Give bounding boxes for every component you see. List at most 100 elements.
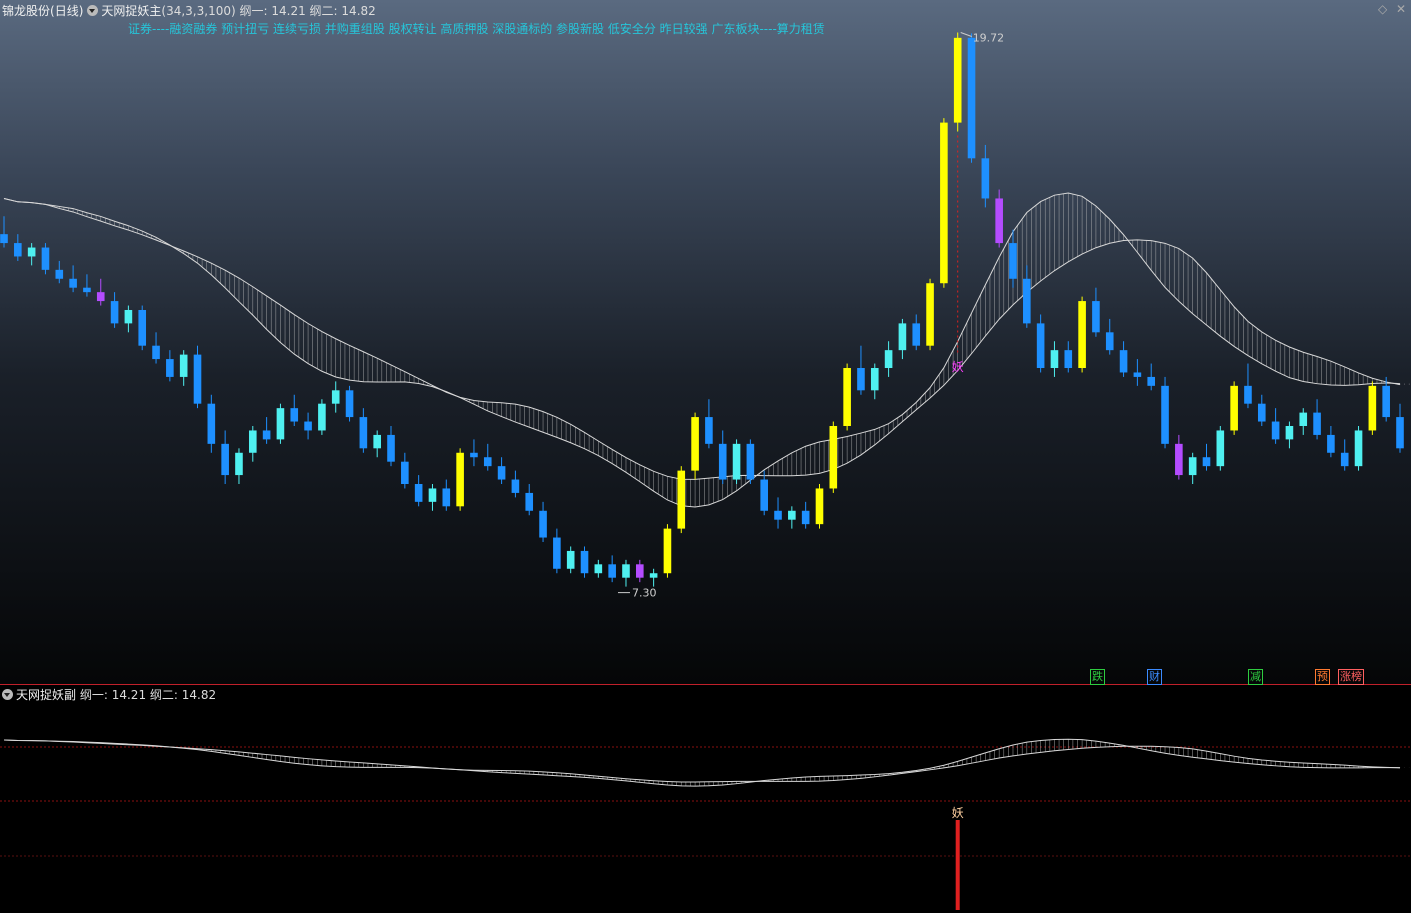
candle-body [373, 434, 381, 449]
candle-body [331, 390, 340, 404]
indicator-menu-icon[interactable] [87, 5, 99, 16]
candle-body [553, 537, 561, 569]
high-marker-label: 19.72 [973, 31, 1005, 44]
candle-body [96, 292, 105, 302]
line1-value: 14.21 [271, 4, 306, 18]
candle-body [926, 283, 934, 346]
low-marker-label: 7.30 [632, 587, 657, 600]
event-tag-yu[interactable]: 预 [1315, 669, 1330, 685]
candle-body [456, 452, 464, 507]
candle-body [884, 350, 893, 368]
candle-body [511, 479, 520, 493]
candle-body [1354, 430, 1363, 467]
candle-body [1257, 403, 1266, 422]
candle-body [1175, 443, 1183, 476]
candle-body [580, 550, 589, 574]
indicator-name[interactable]: 天网捉妖主 [101, 4, 161, 18]
candle-body [497, 466, 506, 480]
stock-name: 锦龙股份 [2, 4, 51, 18]
high-marker-arrow [960, 32, 972, 37]
candle-body [774, 510, 782, 520]
sub-line2-label: 纲二: [149, 688, 178, 702]
candle-body [691, 417, 699, 471]
candle-body [1285, 426, 1294, 440]
candle-body [1119, 350, 1128, 373]
candle-body [69, 278, 77, 288]
candle-body [1230, 385, 1238, 431]
candle-body [967, 37, 976, 159]
candle-body [940, 122, 948, 284]
candle-body [1313, 412, 1321, 435]
candle-body [1064, 350, 1073, 368]
sub-indicator-name[interactable]: 天网捉妖副 [16, 688, 76, 702]
candle-body [359, 417, 368, 449]
indicator-params: (34,3,3,100) [161, 4, 236, 18]
candle-body [1340, 452, 1349, 467]
candle-body [649, 573, 658, 578]
candle-body [677, 470, 686, 529]
sub-line1-value: 14.21 [111, 688, 147, 702]
candle-body [829, 426, 838, 489]
candle-body [1216, 430, 1225, 467]
concept-tags: 证券----融资融券 预计扭亏 连续亏损 并购重组股 股权转让 高质押股 深股通… [128, 22, 825, 36]
sub-band-group [49, 739, 1410, 787]
candle-body [732, 443, 741, 480]
sub-band-line-2 [3, 739, 1401, 783]
diamond-icon[interactable]: ◇ [1378, 2, 1387, 16]
candle-body [788, 510, 796, 520]
candle-body [1092, 301, 1100, 333]
candle-body [981, 158, 990, 199]
sub-band-line-1 [3, 738, 1401, 787]
candle-body [221, 443, 229, 476]
candle-body [207, 403, 216, 444]
candles-group [0, 32, 1404, 587]
candle-body [55, 269, 64, 279]
candle-body [801, 510, 810, 525]
candle-body [179, 354, 188, 377]
candle-body [428, 488, 437, 502]
candle-body [870, 368, 879, 391]
line2-value: 14.82 [341, 4, 376, 18]
candle-body [566, 550, 575, 569]
candle-body [1050, 350, 1059, 368]
candle-body [746, 443, 755, 480]
candle-body [663, 528, 672, 574]
candle-body [138, 310, 147, 346]
candle-body [1023, 278, 1031, 324]
candle-body [166, 359, 174, 377]
candle-body [539, 510, 547, 538]
candle-body [27, 247, 36, 257]
candle-body [1244, 385, 1252, 404]
candle-body [387, 434, 395, 462]
candle-body [760, 479, 768, 511]
candle-body [1078, 301, 1086, 368]
event-tag-jian[interactable]: 减 [1248, 669, 1263, 685]
event-tag-zhangbang[interactable]: 涨榜 [1338, 669, 1364, 685]
candle-body [124, 310, 133, 324]
candle-body [1327, 434, 1335, 453]
candle-body [953, 37, 962, 123]
sub-line1-label: 纲一: [79, 688, 108, 702]
candle-body [1396, 417, 1404, 449]
candle-body [608, 564, 616, 578]
candle-body [483, 457, 492, 467]
candle-body [995, 198, 1003, 244]
candle-body [1299, 412, 1308, 426]
candle-body [470, 452, 478, 458]
event-tag-cai[interactable]: 财 [1147, 669, 1162, 685]
candle-body [318, 403, 326, 431]
candle-body [705, 417, 713, 444]
candle-body [414, 484, 423, 502]
candle-body [235, 452, 243, 476]
sub-indicator-menu-icon[interactable] [2, 689, 13, 700]
candle-body [401, 461, 409, 484]
candle-body [83, 287, 91, 293]
event-tag-die[interactable]: 跌 [1090, 669, 1105, 685]
candle-body [622, 564, 630, 578]
candle-body [636, 564, 644, 578]
candle-body [152, 345, 160, 360]
close-icon[interactable]: ✕ [1396, 2, 1406, 16]
candle-body [304, 421, 312, 431]
candle-body [442, 488, 451, 507]
candle-body [110, 301, 119, 324]
